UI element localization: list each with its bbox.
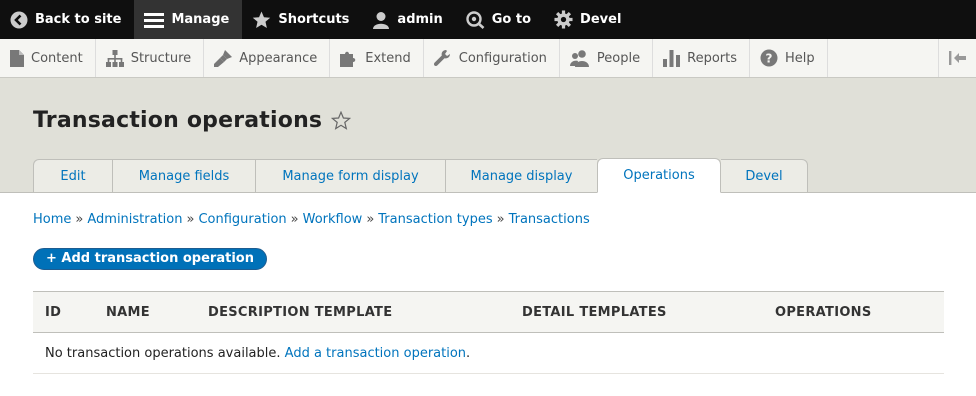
- tray-item-label: Reports: [687, 50, 737, 66]
- column-header-detail-templates[interactable]: DETAIL TEMPLATES: [510, 291, 763, 333]
- add-operation-link[interactable]: Add a transaction operation: [285, 346, 466, 361]
- breadcrumb-separator: »: [496, 212, 505, 227]
- title-row: Transaction operations: [33, 108, 352, 133]
- file-icon: [10, 49, 24, 67]
- column-header-description-template[interactable]: DESCRIPTION TEMPLATE: [196, 291, 510, 333]
- toolbar-shortcuts[interactable]: Shortcuts: [242, 0, 362, 39]
- breadcrumb-workflow[interactable]: Workflow: [303, 212, 363, 227]
- tray-item-label: Structure: [130, 50, 192, 66]
- hamburger-menu-icon: [144, 12, 165, 28]
- column-header-operations[interactable]: OPERATIONS: [763, 291, 944, 333]
- star-icon: [253, 10, 271, 28]
- table-empty-row: No transaction operations available. Add…: [33, 332, 944, 374]
- page-title: Transaction operations: [33, 108, 323, 133]
- tray-orientation-toggle[interactable]: [938, 39, 976, 77]
- breadcrumb: Home» Administration» Configuration» Workfl…: [33, 212, 943, 227]
- paintbrush-icon: [214, 49, 233, 67]
- tray-item-content[interactable]: Content: [0, 39, 96, 77]
- toolbar-item-label: admin: [397, 12, 443, 27]
- column-header-name[interactable]: NAME: [94, 291, 196, 333]
- tab-operations[interactable]: Operations: [597, 158, 721, 193]
- breadcrumb-home[interactable]: Home: [33, 212, 71, 227]
- collapse-arrow-icon: [948, 51, 966, 65]
- toolbar-goto[interactable]: Go to: [456, 0, 544, 39]
- tray-item-label: Configuration: [458, 50, 547, 66]
- tray-item-help[interactable]: ? Help: [750, 39, 828, 77]
- tray-item-people[interactable]: People: [560, 39, 654, 77]
- svg-text:?: ?: [766, 52, 773, 66]
- toolbar-item-label: Devel: [580, 12, 622, 27]
- tab-devel[interactable]: Devel: [721, 159, 808, 193]
- page-header: Transaction operations Edit Manage field…: [0, 78, 976, 193]
- breadcrumb-administration[interactable]: Administration: [87, 212, 182, 227]
- people-icon: [569, 49, 589, 67]
- toolbar-manage[interactable]: Manage: [134, 0, 243, 39]
- shortcut-star-icon[interactable]: [331, 111, 352, 130]
- toolbar-item-label: Manage: [171, 12, 230, 27]
- gear-icon: [554, 10, 573, 29]
- tray-item-appearance[interactable]: Appearance: [204, 39, 331, 77]
- table-header-row: ID NAME DESCRIPTION TEMPLATE DETAIL TEMP…: [33, 291, 944, 333]
- column-header-id[interactable]: ID: [33, 291, 94, 333]
- tab-edit[interactable]: Edit: [33, 159, 112, 193]
- tray-item-label: Extend: [365, 50, 411, 66]
- admin-toolbar: Back to site Manage Shortcuts admin Go t…: [0, 0, 976, 39]
- tray-item-extend[interactable]: Extend: [330, 39, 424, 77]
- tray-item-reports[interactable]: Reports: [653, 39, 750, 77]
- add-transaction-operation-button[interactable]: + Add transaction operation: [33, 248, 267, 270]
- tray-item-structure[interactable]: Structure: [96, 39, 205, 77]
- toolbar-back-to-site[interactable]: Back to site: [0, 0, 134, 39]
- operations-table: ID NAME DESCRIPTION TEMPLATE DETAIL TEMP…: [33, 291, 944, 374]
- main-content: Home» Administration» Configuration» Workfl…: [0, 212, 976, 374]
- tray-item-label: Content: [31, 50, 83, 66]
- breadcrumb-configuration[interactable]: Configuration: [198, 212, 286, 227]
- admin-tray: Content Structure Appearance Extend Conf…: [0, 39, 976, 78]
- sitemap-icon: [105, 49, 124, 67]
- tray-item-label: Help: [785, 50, 815, 66]
- tray-item-label: People: [596, 50, 641, 66]
- empty-message: No transaction operations available. Add…: [33, 332, 944, 374]
- breadcrumb-separator: »: [290, 212, 299, 227]
- empty-suffix: .: [466, 345, 471, 361]
- toolbar-item-label: Shortcuts: [278, 12, 350, 27]
- toolbar-item-label: Go to: [491, 12, 532, 27]
- help-circle-icon: ?: [760, 49, 778, 67]
- primary-tabs: Edit Manage fields Manage form display M…: [33, 158, 808, 193]
- bar-chart-icon: [663, 49, 681, 67]
- breadcrumb-transaction-types[interactable]: Transaction types: [378, 212, 492, 227]
- wrench-icon: [433, 49, 450, 66]
- puzzle-icon: [340, 51, 356, 67]
- user-icon: [373, 11, 390, 29]
- tray-item-configuration[interactable]: Configuration: [424, 39, 560, 77]
- tray-item-label: Appearance: [239, 50, 318, 66]
- goto-icon: [466, 10, 485, 29]
- toolbar-item-label: Back to site: [35, 12, 122, 27]
- tab-manage-fields[interactable]: Manage fields: [112, 159, 255, 193]
- breadcrumb-separator: »: [366, 212, 375, 227]
- breadcrumb-separator: »: [75, 212, 84, 227]
- tab-manage-form-display[interactable]: Manage form display: [255, 159, 445, 193]
- tab-manage-display[interactable]: Manage display: [445, 159, 597, 193]
- back-arrow-circle-icon: [10, 11, 28, 28]
- breadcrumb-transactions[interactable]: Transactions: [509, 212, 590, 227]
- toolbar-devel[interactable]: Devel: [544, 0, 634, 39]
- breadcrumb-separator: »: [186, 212, 195, 227]
- empty-text: No transaction operations available.: [45, 345, 281, 361]
- toolbar-user[interactable]: admin: [362, 0, 455, 39]
